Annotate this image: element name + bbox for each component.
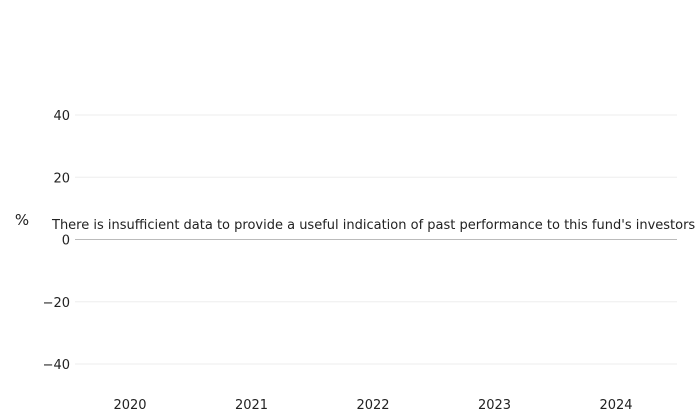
y-tick-labels: 40 20 0 −20 −40 [43,109,70,373]
performance-chart: 40 20 0 −20 −40 2020 2021 2022 2023 2024 % There… [0,0,695,413]
y-tick-label: −40 [43,358,70,373]
y-tick-label: 40 [53,109,70,124]
x-tick-label: 2023 [478,398,511,409]
y-tick-label: −20 [43,296,70,311]
y-axis-label: % [15,211,29,229]
y-tick-label: 0 [62,234,70,249]
x-tick-labels: 2020 2021 2022 2023 2024 [113,398,632,413]
y-tick-label: 20 [53,171,70,186]
x-tick-label: 2024 [599,398,632,409]
x-tick-label: 2020 [113,398,146,409]
chart-svg: 40 20 0 −20 −40 2020 2021 2022 2023 2024 % There… [15,109,695,413]
x-tick-label: 2022 [356,398,389,409]
x-tick-label: 2021 [235,398,268,409]
insufficient-data-message: There is insufficient data to provide a … [51,218,695,233]
grid-layer [75,114,677,365]
